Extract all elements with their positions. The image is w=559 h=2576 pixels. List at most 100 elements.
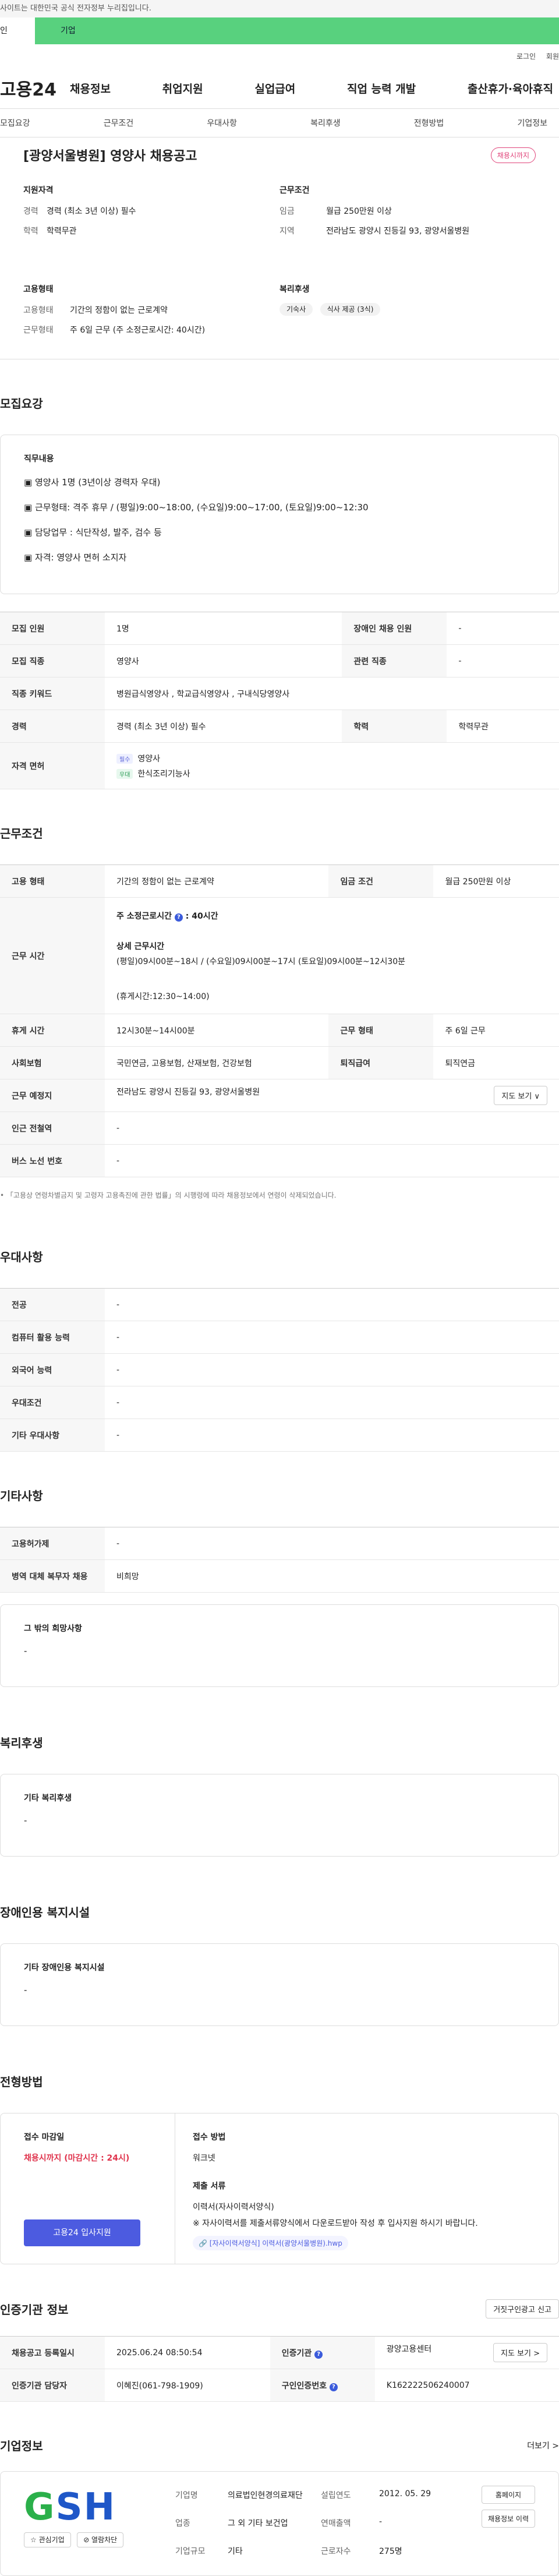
table-row: 인근 전철역 - (0, 1111, 559, 1145)
table-header: 자격 면허 (0, 742, 105, 789)
table-row: 모집 직종 영양사 관련 직종 - (0, 644, 559, 677)
etc-table: 고용허가제 - 병역 대체 복무자 채용 비희망 (0, 1527, 559, 1593)
gnb-item-unemployment[interactable]: 실업급여 (254, 80, 295, 96)
label: 경력 (23, 207, 38, 216)
duty-title: 직무내용 (24, 454, 54, 464)
table-header: 사회보험 (0, 1046, 105, 1079)
gnb-item-support[interactable]: 취업지원 (162, 80, 203, 96)
table-header: 근무 예정지 (0, 1079, 105, 1112)
subnav-company[interactable]: 기업정보 (517, 117, 547, 129)
tab-company[interactable]: 기업 (35, 17, 559, 44)
tab-personal[interactable]: 인 (0, 17, 35, 44)
table-row: 기타 우대사항 - (0, 1418, 559, 1452)
summary-welfare: 복리후생 기숙사 식사 제공 (3식) (280, 283, 536, 359)
subnav-recruit[interactable]: 모집요강 (0, 117, 30, 129)
info-icon[interactable]: ? (174, 913, 183, 922)
interest-company-button[interactable]: ☆ 관심기업 (24, 2532, 71, 2547)
apply-panel: 접수 마감일 채용시까지 (마감시간 : 24시) 고용24 입사지원 접수 방… (0, 2113, 559, 2264)
table-cell: - (105, 1386, 559, 1419)
subnav-welfare[interactable]: 복리후생 (310, 117, 341, 129)
table-row: 채용공고 등록일시 2025.06.24 08:50:54 인증기관 ? 광양고… (0, 2336, 559, 2369)
summary-qualification: 지원자격 경력 경력 (최소 3년 이상) 필수 학력 학력무관 (23, 184, 280, 260)
preferred-tag: 우대 (116, 768, 133, 779)
deadline-value: 채용시까지 (마감시간 : 24시) (24, 2154, 130, 2163)
block-company-button[interactable]: ⊘ 열람차단 (77, 2532, 124, 2547)
weekly-hours: : 40시간 (185, 911, 218, 921)
company-more-link[interactable]: 더보기 > (527, 2440, 559, 2451)
page-title: [광양서울병원] 영양사 채용공고 (23, 149, 197, 164)
docs-line: 이력서(자사이력서양식) (193, 2203, 274, 2212)
table-cell: 월급 250만원 이상 (433, 864, 559, 898)
table-cell: - (105, 1418, 559, 1452)
logo-letter: G (24, 2486, 56, 2529)
company-name: 의료법인현경의료재단 (228, 2491, 303, 2500)
value: 전라남도 광양시 진등길 93, 광양서울병원 (326, 227, 470, 236)
work-place: 전라남도 광양시 진등길 93, 광양서울병원 (116, 1088, 260, 1097)
login-link[interactable]: 로그인 (516, 52, 536, 61)
agency-value: 광양고용센터 (386, 2345, 432, 2354)
agency-map-button[interactable]: 지도 보기 > (493, 2343, 547, 2362)
table-cell: - (105, 1288, 559, 1321)
job-history-button[interactable]: 채용정보 이력 (481, 2510, 535, 2528)
table-row: 외국어 능력 - (0, 1353, 559, 1386)
welfare-value: - (24, 1815, 27, 1826)
summary-conditions: 근무조건 임금 월급 250만원 이상 지역 전라남도 광양시 진등길 93, 광양… (280, 184, 536, 260)
homepage-button[interactable]: 홈페이지 (481, 2486, 535, 2504)
label: 근무형태 (23, 326, 54, 335)
table-row: 우대조건 - (0, 1386, 559, 1419)
company-industry: 그 외 기타 보건업 (228, 2519, 288, 2528)
subnav-pref[interactable]: 우대사항 (207, 117, 237, 129)
summary-qual-title: 지원자격 (23, 186, 54, 195)
link-icon: 🔗 (199, 2239, 207, 2247)
facility-title: 기타 장애인용 복지시설 (24, 1963, 105, 1972)
table-header: 채용공고 등록일시 (0, 2336, 105, 2369)
table-cell: K162222506240007 (374, 2369, 559, 2402)
table-header: 외국어 능력 (0, 1353, 105, 1386)
work-table: 고용 형태 기간의 정함이 없는 근로계약 임금 조건 월급 250만원 이상 … (0, 864, 559, 1177)
docs-line: ※ 자사이력서를 제출서류양식에서 다운로드받아 작성 후 입사지원 하시기 바… (193, 2219, 478, 2228)
section-work-title: 근무조건 (0, 827, 43, 841)
company-size: 기타 (228, 2547, 243, 2556)
label: 지역 (280, 227, 295, 236)
value: 경력 (최소 3년 이상) 필수 (47, 207, 136, 216)
global-nav: 고용24 채용정보 취업지원 실업급여 직업 능력 개발 출산휴가·육아휴직 (0, 68, 559, 108)
table-header: 버스 노선 번호 (0, 1144, 105, 1177)
license-preferred: 한식조리기능사 (137, 769, 190, 779)
doc-link-text: [자사이력서양식] 이력서(광양서울병원).hwp (209, 2239, 342, 2247)
detail-hours-label: 상세 근무시간 (116, 941, 165, 951)
resume-form-download-link[interactable]: 🔗 [자사이력서양식] 이력서(광양서울병원).hwp (193, 2236, 348, 2250)
table-row: 경력 경력 (최소 3년 이상) 필수 학력 학력무관 (0, 710, 559, 743)
table-header: 인증기관 담당자 (0, 2369, 105, 2402)
deadline-title: 접수 마감일 (24, 2133, 65, 2142)
table-header: 경력 (0, 710, 105, 743)
subnav-process[interactable]: 전형방법 (414, 117, 444, 129)
report-fake-ad-button[interactable]: 거짓구인광고 신고 (486, 2299, 559, 2319)
company-header: 기업정보 더보기 > (0, 2402, 559, 2471)
site-tabs: 인 기업 (0, 17, 559, 44)
site-logo[interactable]: 고용24 (0, 75, 70, 101)
summary-welfare-title: 복리후생 (280, 285, 310, 294)
info-icon[interactable]: ? (314, 2350, 323, 2359)
subnav-work[interactable]: 근무조건 (104, 117, 134, 129)
table-header: 전공 (0, 1288, 105, 1321)
cert-table: 채용공고 등록일시 2025.06.24 08:50:54 인증기관 ? 광양고… (0, 2336, 559, 2402)
method-value: 워크넷 (193, 2154, 215, 2163)
join-link[interactable]: 회원 (546, 52, 559, 61)
info-icon[interactable]: ? (329, 2383, 338, 2391)
gnb-item-training[interactable]: 직업 능력 개발 (347, 80, 416, 96)
gnb-item-jobs[interactable]: 채용정보 (70, 80, 111, 96)
value: 기간의 정함이 없는 근로계약 (70, 306, 168, 315)
license-required: 영양사 (137, 754, 161, 764)
table-cell: 비희망 (105, 1559, 559, 1593)
apply-button[interactable]: 고용24 입사지원 (24, 2219, 140, 2246)
table-row: 전공 - (0, 1288, 559, 1321)
value: 주 6일 근무 (주 소정근로시간: 40시간) (70, 326, 206, 335)
map-button[interactable]: 지도 보기 ∨ (494, 1086, 547, 1105)
label: 설립연도 (321, 2491, 351, 2500)
summary-cond-title: 근무조건 (280, 186, 310, 195)
gnb-item-leave[interactable]: 출산휴가·육아휴직 (468, 80, 553, 96)
util-bar: 로그인 회원 (0, 44, 559, 68)
label: 학력 (23, 227, 38, 236)
table-cell: 기간의 정함이 없는 근로계약 (105, 864, 329, 898)
table-header: 임금 조건 (328, 864, 434, 898)
